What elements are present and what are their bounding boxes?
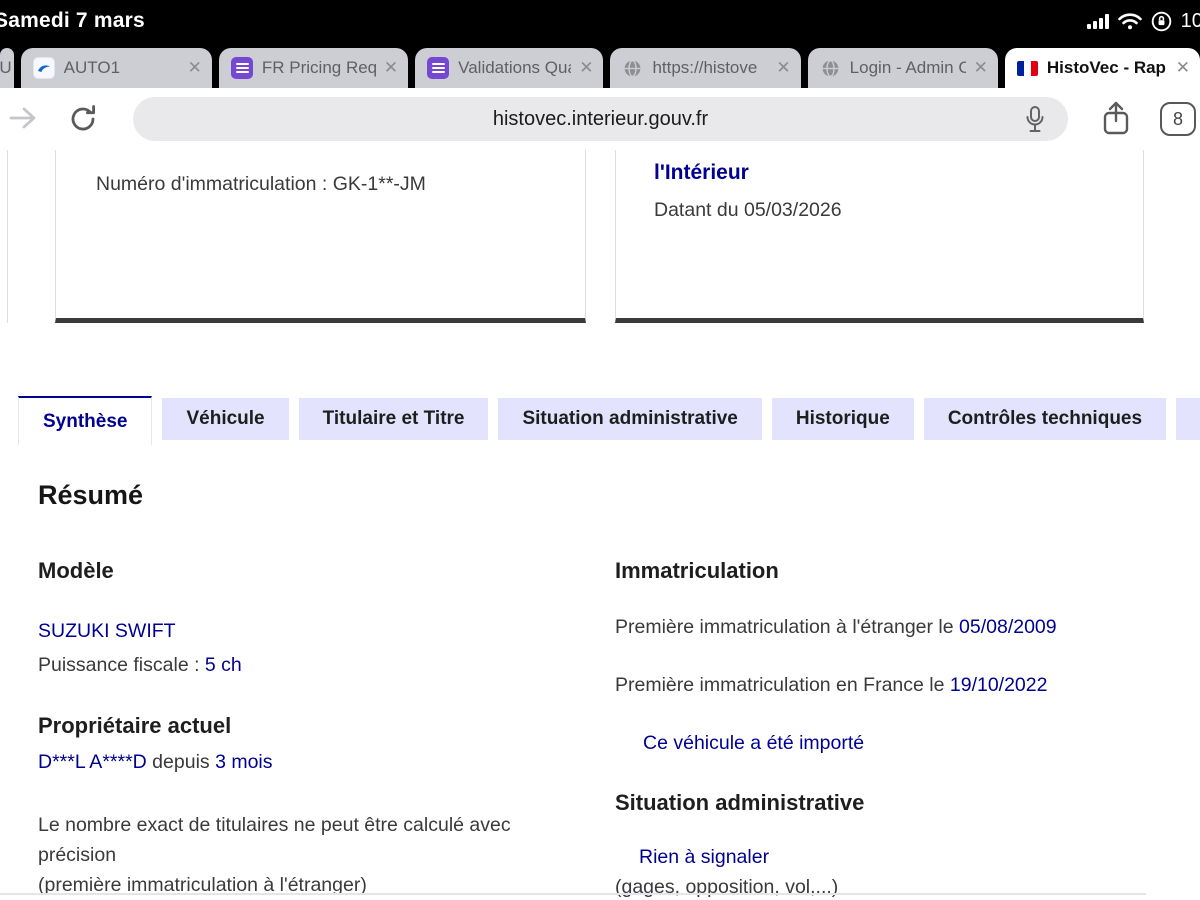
owner-since-label: depuis <box>146 751 216 773</box>
admin-status-detail: (gages, opposition, vol,...) <box>615 876 839 898</box>
owner-note-line2: (première immatriculation à l'étranger) <box>38 874 367 896</box>
browser-tab-histovec-active[interactable]: HistoVec - Rap ✕ <box>1004 48 1200 88</box>
model-heading: Modèle <box>38 558 114 583</box>
report-cards: Numéro d'immatriculation : GK-1**-JM l'I… <box>0 150 1200 323</box>
first-foreign-label: Première immatriculation à l'étranger le <box>615 616 960 638</box>
close-tab-icon[interactable]: ✕ <box>1176 58 1190 78</box>
reload-button[interactable] <box>66 102 100 141</box>
certificate-title: l'Intérieur <box>654 161 749 184</box>
section-divider <box>0 893 1146 895</box>
owner-note-line1: Le nombre exact de titulaires ne peut êt… <box>38 814 511 866</box>
list-favicon <box>230 57 253 79</box>
owner-name: D***L A****D <box>38 751 147 773</box>
first-france-label: Première immatriculation en France le <box>615 674 950 696</box>
status-bar: Samedi 7 mars 100 <box>0 0 1200 42</box>
browser-tab-title: Validations Qua <box>458 58 572 77</box>
browser-tab-login-admin[interactable]: Login - Admin C ✕ <box>807 48 998 88</box>
admin-status-value: Rien à signaler <box>639 846 770 868</box>
first-france-registration-line: Première immatriculation en France le 19… <box>615 670 1167 700</box>
summary-left-column: Modèle SUZUKI SWIFT Puissance fiscale : … <box>38 558 594 900</box>
summary-right-column: Immatriculation Première immatriculation… <box>615 558 1167 900</box>
browser-tab-title: FR Pricing Requ <box>261 58 376 77</box>
admin-status-heading: Situation administrative <box>615 790 865 815</box>
section-tab-bar: Synthèse Véhicule Titulaire et Titre Sit… <box>18 396 1200 445</box>
owner-line: D***L A****D depuis 3 mois <box>38 747 594 777</box>
tab-situation-administrative[interactable]: Situation administrative <box>498 398 762 440</box>
cellular-signal-icon <box>1086 13 1109 29</box>
browser-nav-bar: histovec.interieur.gouv.fr 8 <box>0 88 1200 150</box>
imported-note: Ce véhicule a été importé <box>643 732 865 754</box>
url-bar[interactable]: histovec.interieur.gouv.fr <box>133 97 1068 141</box>
first-foreign-registration-line: Première immatriculation à l'étranger le… <box>615 612 1167 642</box>
globe-favicon <box>622 58 643 79</box>
first-foreign-date: 05/08/2009 <box>959 616 1057 638</box>
browser-tab-strip: U AUTO1 ✕ FR Pricing Requ ✕ Validations … <box>0 42 1200 88</box>
tab-switcher-button[interactable]: 8 <box>1160 102 1196 136</box>
close-tab-icon[interactable]: ✕ <box>579 58 593 78</box>
browser-tab-title: AUTO1 <box>63 58 121 77</box>
url-text: histovec.interieur.gouv.fr <box>492 107 709 130</box>
microphone-icon[interactable] <box>1024 105 1046 140</box>
close-tab-icon[interactable]: ✕ <box>188 58 202 78</box>
tab-synthese[interactable]: Synthèse <box>18 396 153 445</box>
tab-count: 8 <box>1172 108 1183 129</box>
globe-favicon <box>820 58 841 79</box>
share-icon[interactable] <box>1100 100 1132 143</box>
forward-button[interactable] <box>6 104 40 137</box>
certificate-card: l'Intérieur Datant du 05/03/2026 <box>615 150 1144 323</box>
tab-titulaire-et-titre[interactable]: Titulaire et Titre <box>298 398 489 440</box>
browser-tab-fr-pricing[interactable]: FR Pricing Requ ✕ <box>218 48 409 88</box>
browser-tab-title: https://histove <box>652 58 758 77</box>
browser-tab-validations[interactable]: Validations Qua ✕ <box>415 48 604 88</box>
close-tab-icon[interactable]: ✕ <box>384 58 398 78</box>
registration-card: Numéro d'immatriculation : GK-1**-JM <box>55 150 586 323</box>
registration-number: Numéro d'immatriculation : GK-1**-JM <box>96 173 426 195</box>
owner-note: Le nombre exact de titulaires ne peut êt… <box>38 810 594 900</box>
fiscal-power-label: Puissance fiscale : <box>38 654 205 676</box>
tab-kilometrage[interactable]: Kil <box>1176 398 1200 440</box>
status-date: Samedi 7 mars <box>0 9 145 32</box>
tab-controles-techniques[interactable]: Contrôles techniques <box>923 398 1167 440</box>
model-name-link[interactable]: SUZUKI SWIFT <box>38 616 594 646</box>
battery-percent: 100 <box>1180 9 1200 32</box>
close-tab-icon[interactable]: ✕ <box>776 58 790 78</box>
rotation-lock-icon <box>1151 11 1171 31</box>
browser-tab-overflow[interactable]: U <box>0 48 14 88</box>
fiscal-power-value: 5 ch <box>204 654 242 676</box>
screen: Samedi 7 mars 100 U <box>0 0 1200 900</box>
list-favicon <box>427 57 450 79</box>
registration-heading: Immatriculation <box>615 558 779 583</box>
status-icons: 100 <box>1086 0 1200 42</box>
france-flag-favicon <box>1016 60 1038 76</box>
card-previous-edge <box>0 150 8 323</box>
browser-tab-histovec-url[interactable]: https://histove ✕ <box>610 48 801 88</box>
histovec-page: Numéro d'immatriculation : GK-1**-JM l'I… <box>0 150 1200 900</box>
tab-vehicule[interactable]: Véhicule <box>162 398 289 440</box>
owner-heading: Propriétaire actuel <box>38 713 232 738</box>
first-france-date: 19/10/2022 <box>949 674 1048 696</box>
summary-title: Résumé <box>38 480 144 510</box>
tab-historique[interactable]: Historique <box>771 398 914 440</box>
fiscal-power-line: Puissance fiscale : 5 ch <box>38 650 594 680</box>
auto1-favicon <box>32 57 55 79</box>
wifi-icon <box>1117 13 1142 30</box>
owner-since-value: 3 mois <box>215 751 273 773</box>
browser-tab-title: Login - Admin C <box>849 58 966 77</box>
browser-tab-auto1[interactable]: AUTO1 ✕ <box>20 48 212 88</box>
browser-tab-title: HistoVec - Rap <box>1046 58 1166 77</box>
close-tab-icon[interactable]: ✕ <box>974 58 988 78</box>
certificate-date: Datant du 05/03/2026 <box>654 199 842 221</box>
